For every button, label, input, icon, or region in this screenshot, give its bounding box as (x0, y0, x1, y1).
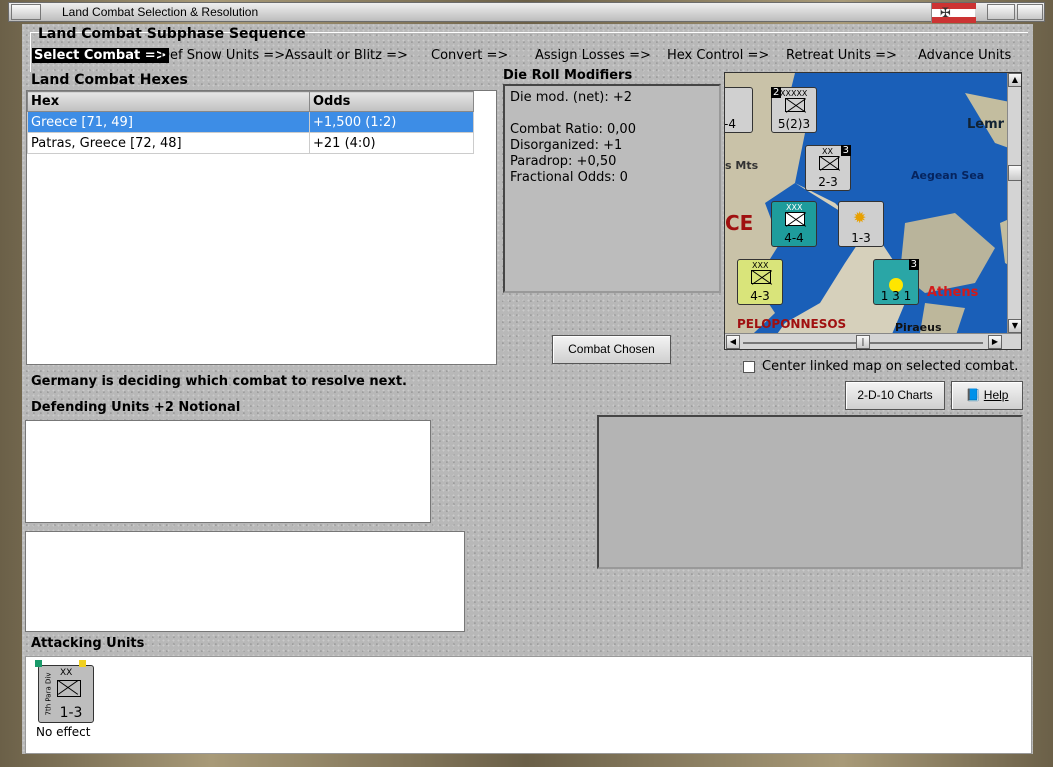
map-label-peloponnesos: PELOPONNESOS (737, 317, 847, 331)
attacking-title: Attacking Units (31, 636, 145, 651)
map-counter[interactable]: 3 1 3 1 (873, 259, 919, 305)
charts-button[interactable]: 2-D-10 Charts (845, 381, 945, 410)
attacker-counter[interactable]: 7th Para Div XX 1-3 (35, 660, 94, 723)
seq-select-combat: Select Combat => (32, 48, 169, 63)
seq-retreat-units: Retreat Units => (786, 48, 897, 63)
map-label-aegean: Aegean Sea (911, 169, 985, 182)
defending-units-panel (25, 420, 431, 523)
seq-convert: Convert => (431, 48, 509, 63)
title-bar: Land Combat Selection & Resolution ✠ (8, 2, 1045, 23)
table-row[interactable]: Patras, Greece [72, 48] +21 (4:0) (27, 132, 474, 154)
center-map-checkbox[interactable] (743, 361, 755, 373)
map-counter[interactable]: 3 XX 2-3 (805, 145, 851, 191)
scroll-down-button[interactable]: ▼ (1008, 319, 1021, 333)
table-row[interactable]: Greece [71, 49] +1,500 (1:2) (27, 111, 474, 133)
defending-title: Defending Units +2 Notional (31, 400, 241, 415)
scroll-right-button[interactable]: ▶ (988, 335, 1002, 349)
map-vertical-scrollbar[interactable]: ▲ ▼ (1007, 73, 1021, 333)
modifier-line: Fractional Odds: 0 (510, 170, 628, 185)
seq-def-snow-units: Def Snow Units => (160, 48, 286, 63)
scroll-left-button[interactable]: ◀ (726, 335, 740, 349)
sequence-bar: Select Combat => Def Snow Units => Assau… (32, 48, 1022, 66)
hex-cell[interactable]: Patras, Greece [72, 48] (27, 132, 310, 154)
modifier-line: Paradrop: +0,50 (510, 154, 617, 169)
help-label: Help (983, 388, 1009, 402)
hexes-table: Hex Odds Greece [71, 49] +1,500 (1:2) Pa… (27, 91, 474, 154)
attacking-units-panel: 7th Para Div XX 1-3 No effect (25, 656, 1032, 754)
map-label-athens: Athens (927, 285, 979, 300)
sequence-title: Land Combat Subphase Sequence (38, 26, 306, 42)
odds-cell[interactable]: +21 (4:0) (309, 132, 474, 154)
help-button[interactable]: 📘 Help (951, 381, 1023, 410)
modifier-line: Disorganized: +1 (510, 138, 623, 153)
client-area: Land Combat Subphase Sequence Select Com… (22, 24, 1033, 754)
hexes-list: Hex Odds Greece [71, 49] +1,500 (1:2) Pa… (26, 90, 497, 365)
seq-hex-control: Hex Control => (667, 48, 770, 63)
map-label-mts: s Mts (725, 159, 759, 172)
linked-map[interactable]: Lemr Aegean Sea s Mts CE Athens PELOPONN… (724, 72, 1022, 350)
modifiers-panel: Die mod. (net): +2 Combat Ratio: 0,00 Di… (503, 84, 721, 293)
help-book-icon: 📘 (965, 388, 981, 402)
scroll-thumb[interactable]: | (856, 335, 870, 349)
scroll-thumb[interactable] (1008, 165, 1021, 181)
window-menu-icon[interactable] (11, 4, 41, 20)
map-counter[interactable]: 2 XXXXX 5(2)3 (771, 87, 817, 133)
close-button[interactable] (1017, 4, 1043, 20)
combat-chosen-button[interactable]: Combat Chosen (552, 335, 671, 364)
seq-assault-or-blitz: Assault or Blitz => (285, 48, 408, 63)
hexes-title: Land Combat Hexes (31, 72, 188, 88)
center-map-label[interactable]: Center linked map on selected combat. (762, 359, 1018, 374)
map-counter[interactable]: ✹ 1-3 (838, 201, 884, 247)
info-panel (597, 415, 1023, 569)
hexes-header-row: Hex Odds (27, 91, 474, 112)
minimize-button[interactable] (987, 4, 1015, 20)
modifiers-title: Die Roll Modifiers (503, 68, 633, 83)
map-counter[interactable]: XXX 4-3 (737, 259, 783, 305)
hex-cell[interactable]: Greece [71, 49] (27, 111, 310, 133)
modifier-net: Die mod. (net): +2 (510, 90, 633, 105)
hex-column-header[interactable]: Hex (27, 91, 310, 112)
attacker-result: No effect (36, 725, 91, 739)
odds-column-header[interactable]: Odds (309, 91, 474, 112)
map-label-ce: CE (725, 211, 754, 235)
status-text: Germany is deciding which combat to reso… (31, 374, 407, 389)
seq-advance-units: Advance Units (918, 48, 1012, 63)
map-counter[interactable]: XXX 4-4 (771, 201, 817, 247)
odds-cell[interactable]: +1,500 (1:2) (309, 111, 474, 133)
map-counter[interactable]: -4 (725, 87, 753, 133)
germany-flag-icon: ✠ (931, 3, 976, 23)
modifier-line: Combat Ratio: 0,00 (510, 122, 636, 137)
window-title: Land Combat Selection & Resolution (62, 5, 259, 19)
notional-units-panel (25, 531, 465, 632)
seq-assign-losses: Assign Losses => (535, 48, 651, 63)
map-horizontal-scrollbar[interactable]: ◀ | ▶ (725, 333, 1021, 349)
scroll-up-button[interactable]: ▲ (1008, 73, 1021, 87)
map-label-lemnos: Lemr (967, 117, 1005, 132)
